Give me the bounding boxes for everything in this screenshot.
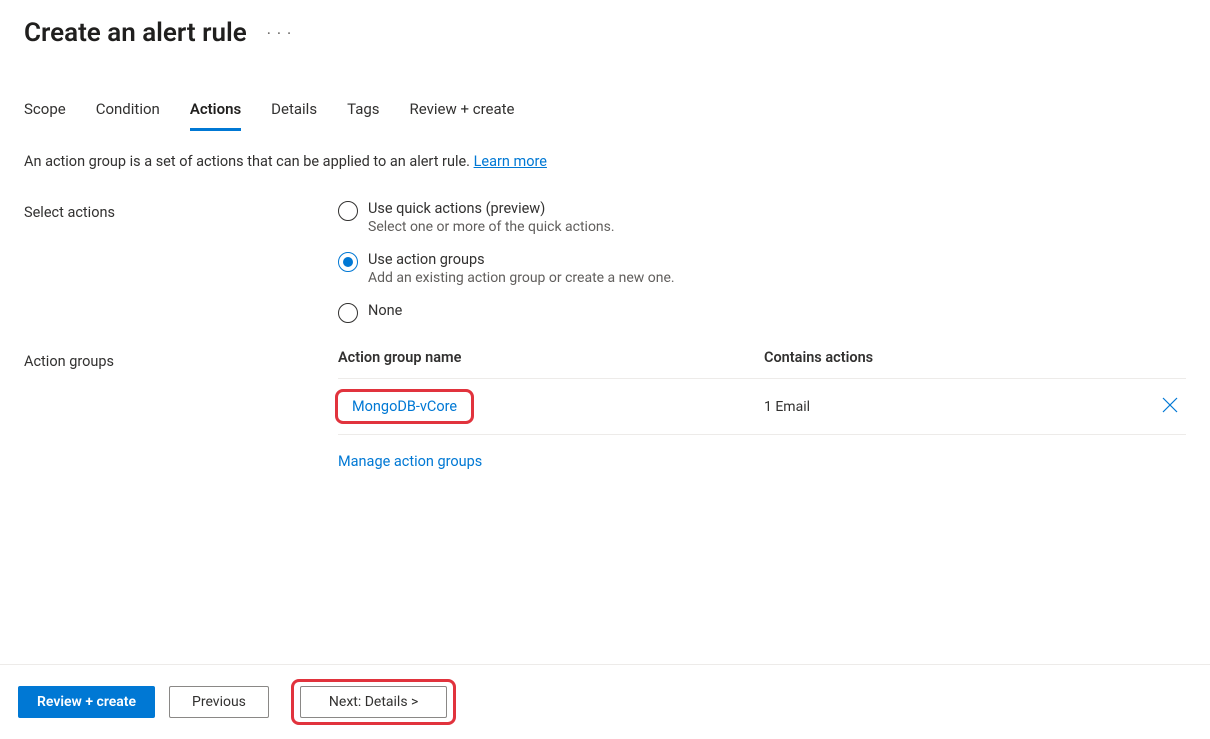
radio-quick-actions[interactable] <box>338 201 358 221</box>
tab-bar: Scope Condition Actions Details Tags Rev… <box>0 48 1210 131</box>
column-header-contains: Contains actions <box>764 349 1136 366</box>
more-menu-icon[interactable]: · · · <box>267 24 292 43</box>
annotation-highlight: MongoDB-vCore <box>335 389 474 424</box>
column-header-name: Action group name <box>338 349 764 366</box>
radio-action-groups[interactable] <box>338 252 358 272</box>
footer-bar: Review + create Previous Next: Details > <box>0 664 1210 739</box>
close-icon <box>1160 395 1180 415</box>
radio-none-label: None <box>368 302 402 319</box>
page-title: Create an alert rule <box>24 18 247 48</box>
radio-action-groups-label: Use action groups <box>368 251 675 268</box>
radio-action-groups-sub: Add an existing action group or create a… <box>368 270 675 286</box>
action-group-link[interactable]: MongoDB-vCore <box>352 398 457 415</box>
tab-tags[interactable]: Tags <box>347 100 379 131</box>
radio-quick-actions-sub: Select one or more of the quick actions. <box>368 219 615 235</box>
next-details-button[interactable]: Next: Details > <box>300 686 447 718</box>
select-actions-label: Select actions <box>24 200 338 221</box>
radio-none[interactable] <box>338 303 358 323</box>
action-groups-label: Action groups <box>24 349 338 370</box>
action-group-contains: 1 Email <box>764 399 1136 415</box>
remove-action-group-button[interactable] <box>1136 395 1180 415</box>
manage-action-groups-link[interactable]: Manage action groups <box>338 453 482 470</box>
intro-body: An action group is a set of actions that… <box>24 153 474 170</box>
tab-review-create[interactable]: Review + create <box>410 100 515 131</box>
tab-scope[interactable]: Scope <box>24 100 66 131</box>
previous-button[interactable]: Previous <box>169 686 269 718</box>
intro-text: An action group is a set of actions that… <box>0 131 1210 170</box>
review-create-button[interactable]: Review + create <box>18 686 155 718</box>
radio-selected-dot-icon <box>343 257 353 267</box>
table-row: MongoDB-vCore 1 Email <box>338 378 1186 435</box>
annotation-highlight: Next: Details > <box>291 679 456 725</box>
tab-actions[interactable]: Actions <box>190 100 241 131</box>
learn-more-link[interactable]: Learn more <box>474 153 547 170</box>
tab-condition[interactable]: Condition <box>96 100 160 131</box>
tab-details[interactable]: Details <box>271 100 317 131</box>
radio-quick-actions-label: Use quick actions (preview) <box>368 200 615 217</box>
